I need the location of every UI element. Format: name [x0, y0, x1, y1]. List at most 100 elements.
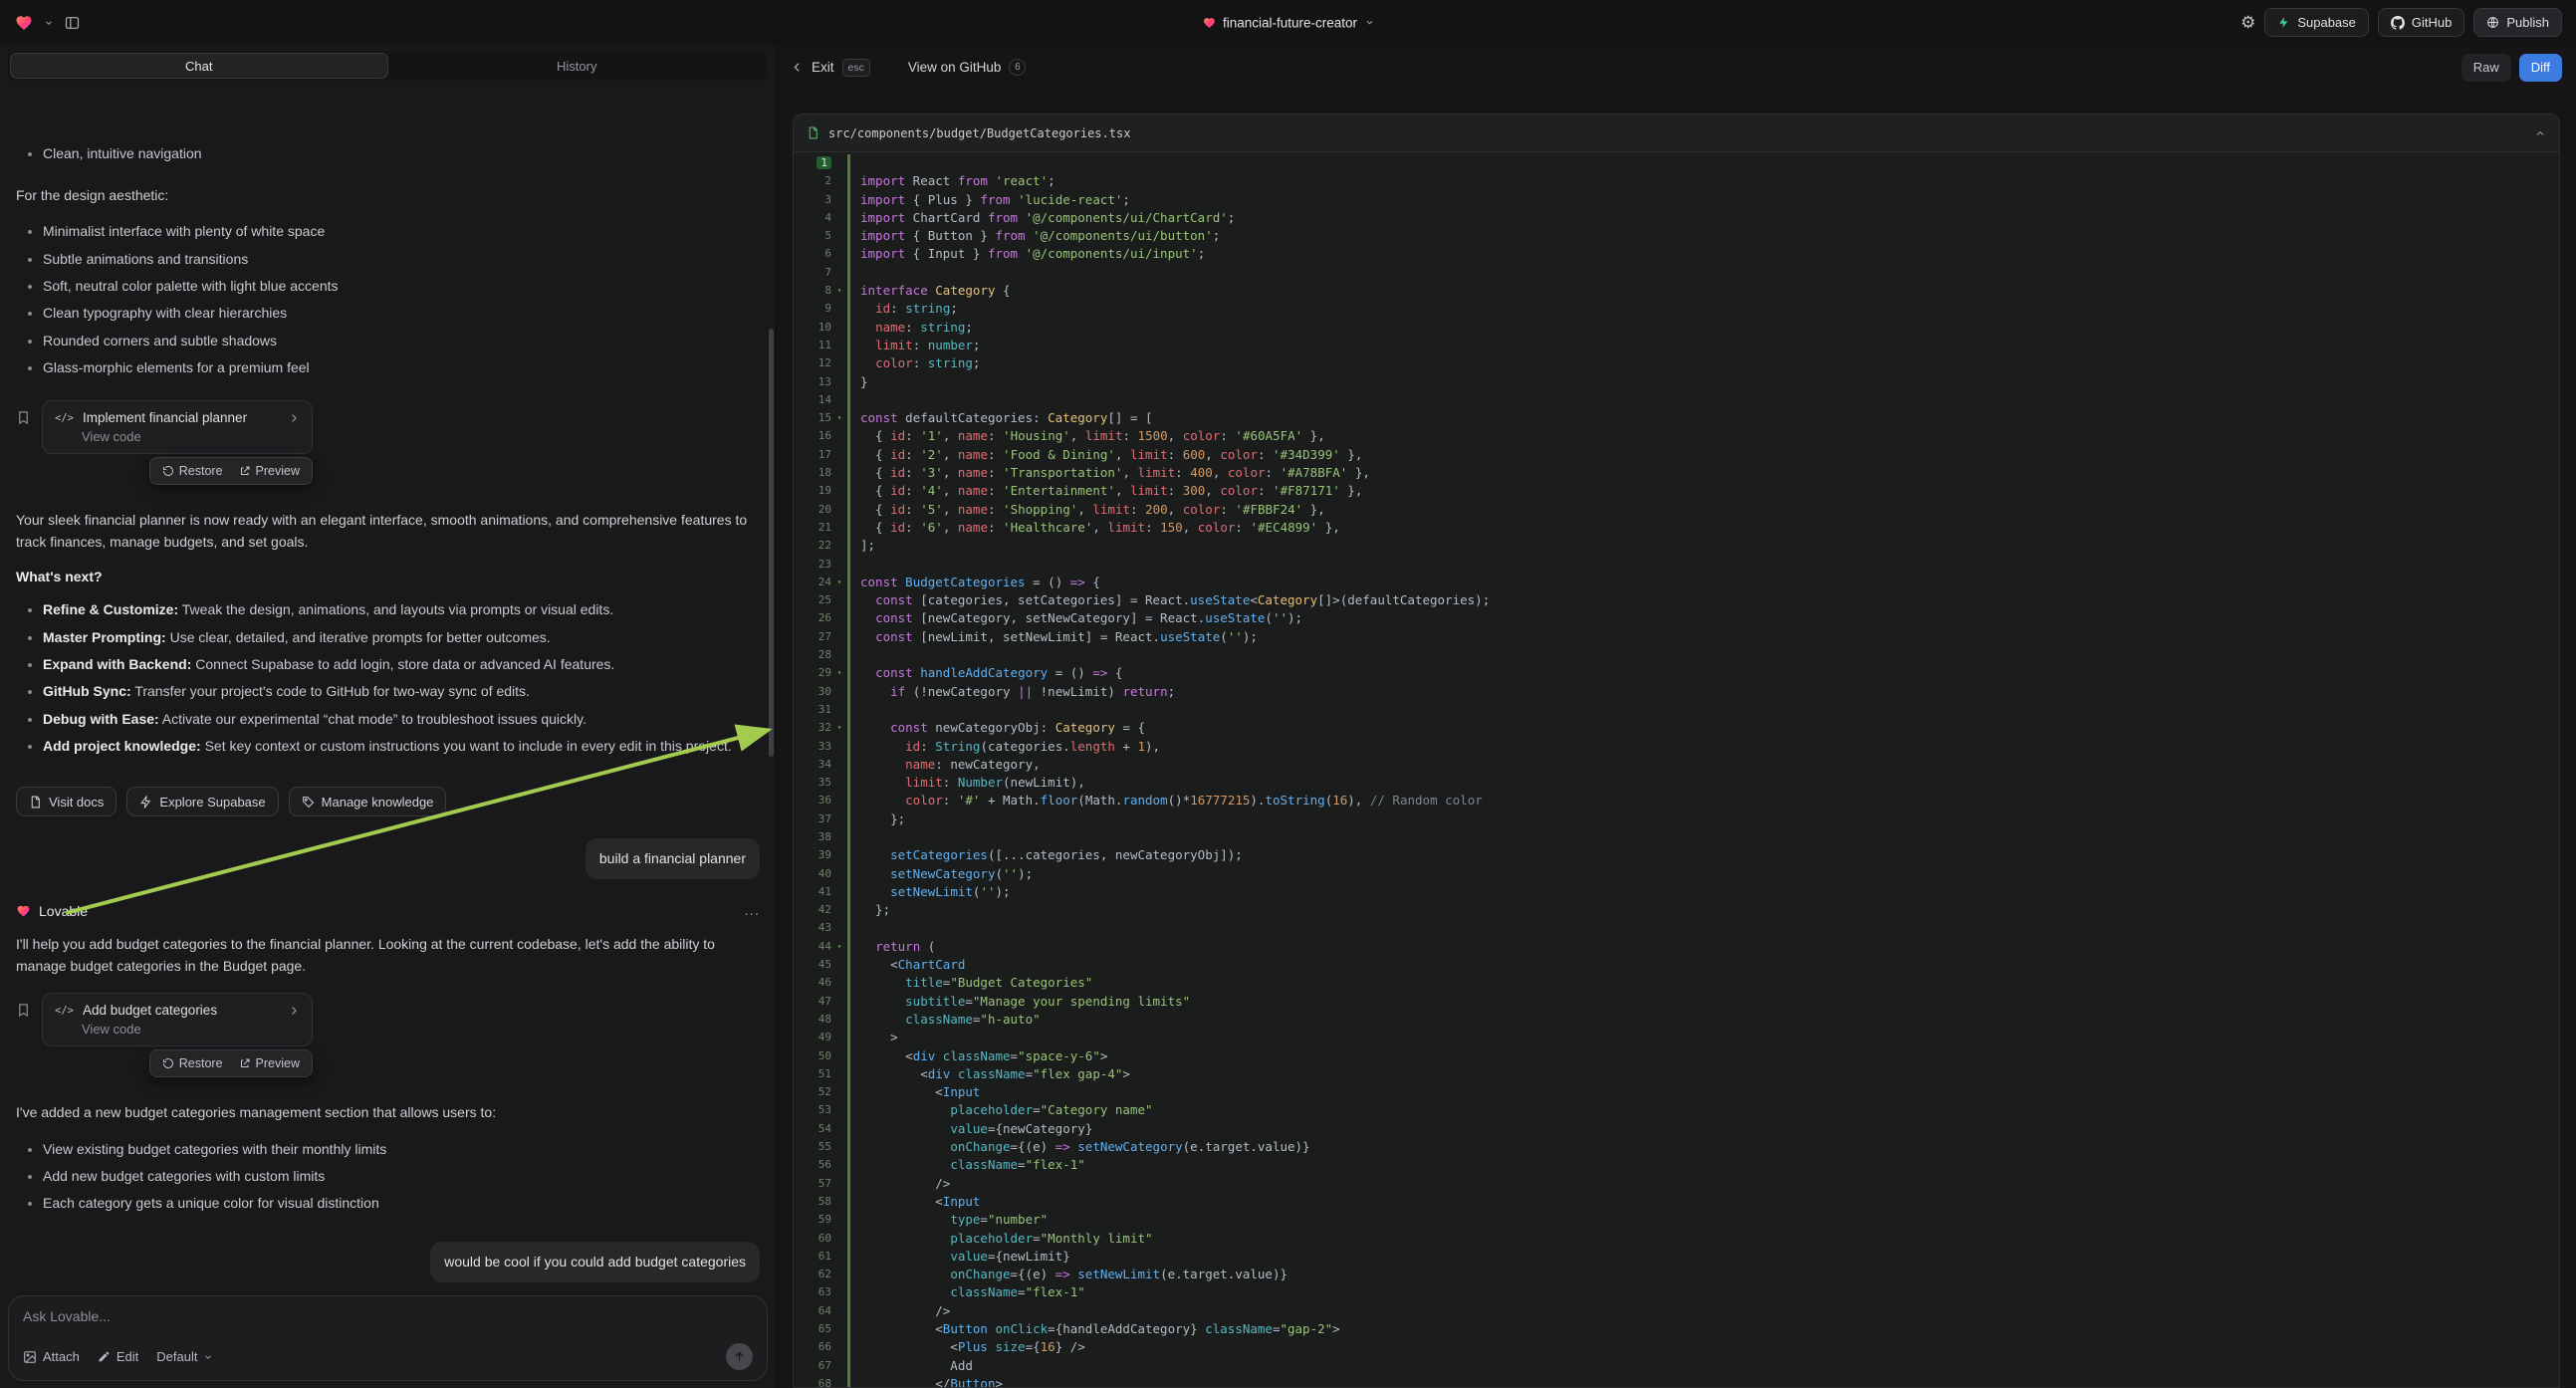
exit-button[interactable]: Exit — [812, 60, 834, 75]
assistant-paragraph: Your sleek financial planner is now read… — [16, 509, 760, 553]
code-line: 52 <Input — [794, 1083, 2559, 1101]
code-line: 54 value={newCategory} — [794, 1120, 2559, 1138]
code-line: 20 { id: '5', name: 'Shopping', limit: 2… — [794, 501, 2559, 519]
project-selector[interactable]: financial-future-creator — [1202, 15, 1374, 30]
settings-gear-icon[interactable]: ⚙ — [2240, 14, 2255, 31]
fold-caret-icon[interactable]: ▾ — [831, 282, 847, 300]
toggle-sidebar-icon[interactable] — [64, 15, 81, 31]
chip-explore-supabase[interactable]: Explore Supabase — [126, 787, 278, 816]
fold-caret-icon[interactable]: ▾ — [831, 409, 847, 427]
fold-spacer — [831, 774, 847, 792]
fold-caret-icon[interactable]: ▾ — [831, 719, 847, 737]
file-header[interactable]: src/components/budget/BudgetCategories.t… — [794, 115, 2559, 152]
chat-scrollbar[interactable] — [769, 329, 774, 757]
code-text: name: string; — [850, 319, 973, 337]
restore-button[interactable]: Restore — [155, 1052, 230, 1074]
chip-visit-docs[interactable]: Visit docs — [16, 787, 117, 816]
code-text: const [newLimit, setNewLimit] = React.us… — [850, 628, 1258, 646]
fold-spacer — [831, 1230, 847, 1248]
code-text: <Plus size={16} /> — [850, 1338, 1085, 1356]
line-number: 24 — [794, 574, 831, 591]
fold-caret-icon[interactable]: ▾ — [831, 664, 847, 682]
code-text — [850, 556, 860, 574]
globe-icon — [2486, 16, 2499, 29]
supabase-button[interactable]: Supabase — [2264, 8, 2369, 37]
line-number: 17 — [794, 446, 831, 464]
diff-toggle-button[interactable]: Diff — [2519, 54, 2562, 82]
fold-spacer — [831, 1357, 847, 1375]
code-text: <div className="flex gap-4"> — [850, 1065, 1130, 1083]
line-number: 66 — [794, 1338, 831, 1356]
collapse-chevron-icon[interactable] — [2534, 127, 2546, 139]
attach-button[interactable]: Attach — [23, 1349, 80, 1364]
bullet-item: Minimalist interface with plenty of whit… — [43, 221, 760, 241]
code-text: className="flex-1" — [850, 1156, 1085, 1174]
line-number: 3 — [794, 191, 831, 209]
code-text: setNewLimit(''); — [850, 883, 1011, 901]
fold-spacer — [831, 1011, 847, 1029]
bookmark-icon[interactable] — [16, 410, 31, 425]
bullet-item: View existing budget categories with the… — [43, 1139, 760, 1159]
message-menu-ellipsis[interactable]: ... — [744, 908, 760, 914]
code-text: const [categories, setCategories] = Reac… — [850, 591, 1490, 609]
code-line: 13} — [794, 373, 2559, 391]
raw-toggle-button[interactable]: Raw — [2461, 54, 2511, 82]
code-text: import ChartCard from '@/components/ui/C… — [850, 209, 1235, 227]
send-button[interactable] — [726, 1343, 753, 1370]
code-text: id: String(categories.length + 1), — [850, 738, 1160, 756]
code-line: 16 { id: '1', name: 'Housing', limit: 15… — [794, 427, 2559, 445]
bookmark-icon[interactable] — [16, 1003, 31, 1018]
preview-button[interactable]: Preview — [232, 1052, 307, 1074]
fold-caret-icon[interactable]: ▾ — [831, 574, 847, 591]
code-line: 56 className="flex-1" — [794, 1156, 2559, 1174]
code-text: const [newCategory, setNewCategory] = Re… — [850, 609, 1302, 627]
code-text: const defaultCategories: Category[] = [ — [850, 409, 1153, 427]
view-on-github-link[interactable]: View on GitHub — [908, 60, 1002, 75]
view-code-link[interactable]: View code — [82, 1022, 300, 1037]
fold-caret-icon[interactable]: ▾ — [831, 938, 847, 956]
code-text: const newCategoryObj: Category = { — [850, 719, 1145, 737]
chat-input[interactable] — [23, 1308, 753, 1324]
chip-manage-knowledge[interactable]: Manage knowledge — [289, 787, 447, 816]
fold-spacer — [831, 1138, 847, 1156]
bullet-list: Minimalist interface with plenty of whit… — [16, 214, 760, 384]
tab-chat[interactable]: Chat — [10, 53, 388, 79]
line-number: 42 — [794, 901, 831, 919]
pencil-icon — [98, 1350, 111, 1363]
restore-button[interactable]: Restore — [155, 460, 230, 482]
code-text: }; — [850, 810, 905, 828]
code-line: 31 — [794, 701, 2559, 719]
version-card[interactable]: </>Add budget categoriesView code — [42, 993, 313, 1046]
code-line: 57 /> — [794, 1175, 2559, 1193]
tab-history[interactable]: History — [388, 53, 767, 79]
line-number: 11 — [794, 337, 831, 354]
line-number: 46 — [794, 974, 831, 992]
view-code-link[interactable]: View code — [82, 429, 300, 444]
github-button[interactable]: GitHub — [2378, 8, 2464, 37]
fold-spacer — [831, 1302, 847, 1320]
code-text: className="flex-1" — [850, 1283, 1085, 1301]
code-lines: 12import React from 'react';3import { Pl… — [794, 152, 2559, 1387]
chat-panel: Chat History Clean, intuitive navigation… — [0, 45, 777, 1388]
code-text: > — [850, 1029, 898, 1046]
line-number: 39 — [794, 846, 831, 864]
fold-spacer — [831, 391, 847, 409]
lovable-logo-icon[interactable] — [14, 14, 34, 32]
code-text: setNewCategory(''); — [850, 865, 1033, 883]
code-text: <Button onClick={handleAddCategory} clas… — [850, 1320, 1340, 1338]
code-line: 21 { id: '6', name: 'Healthcare', limit:… — [794, 519, 2559, 537]
publish-button[interactable]: Publish — [2473, 8, 2562, 37]
exit-chevron-icon[interactable] — [791, 61, 804, 74]
line-number: 13 — [794, 373, 831, 391]
line-number: 23 — [794, 556, 831, 574]
line-number: 28 — [794, 646, 831, 664]
code-line: 11 limit: number; — [794, 337, 2559, 354]
edit-mode-button[interactable]: Edit — [98, 1349, 138, 1364]
model-selector[interactable]: Default — [156, 1349, 213, 1364]
code-text: subtitle="Manage your spending limits" — [850, 993, 1190, 1011]
code-text: placeholder="Category name" — [850, 1101, 1153, 1119]
workspace-chevron-down-icon[interactable] — [44, 18, 54, 28]
bullet-list: Refine & Customize: Tweak the design, an… — [16, 592, 760, 763]
preview-button[interactable]: Preview — [232, 460, 307, 482]
version-card[interactable]: </>Implement financial plannerView code — [42, 400, 313, 454]
